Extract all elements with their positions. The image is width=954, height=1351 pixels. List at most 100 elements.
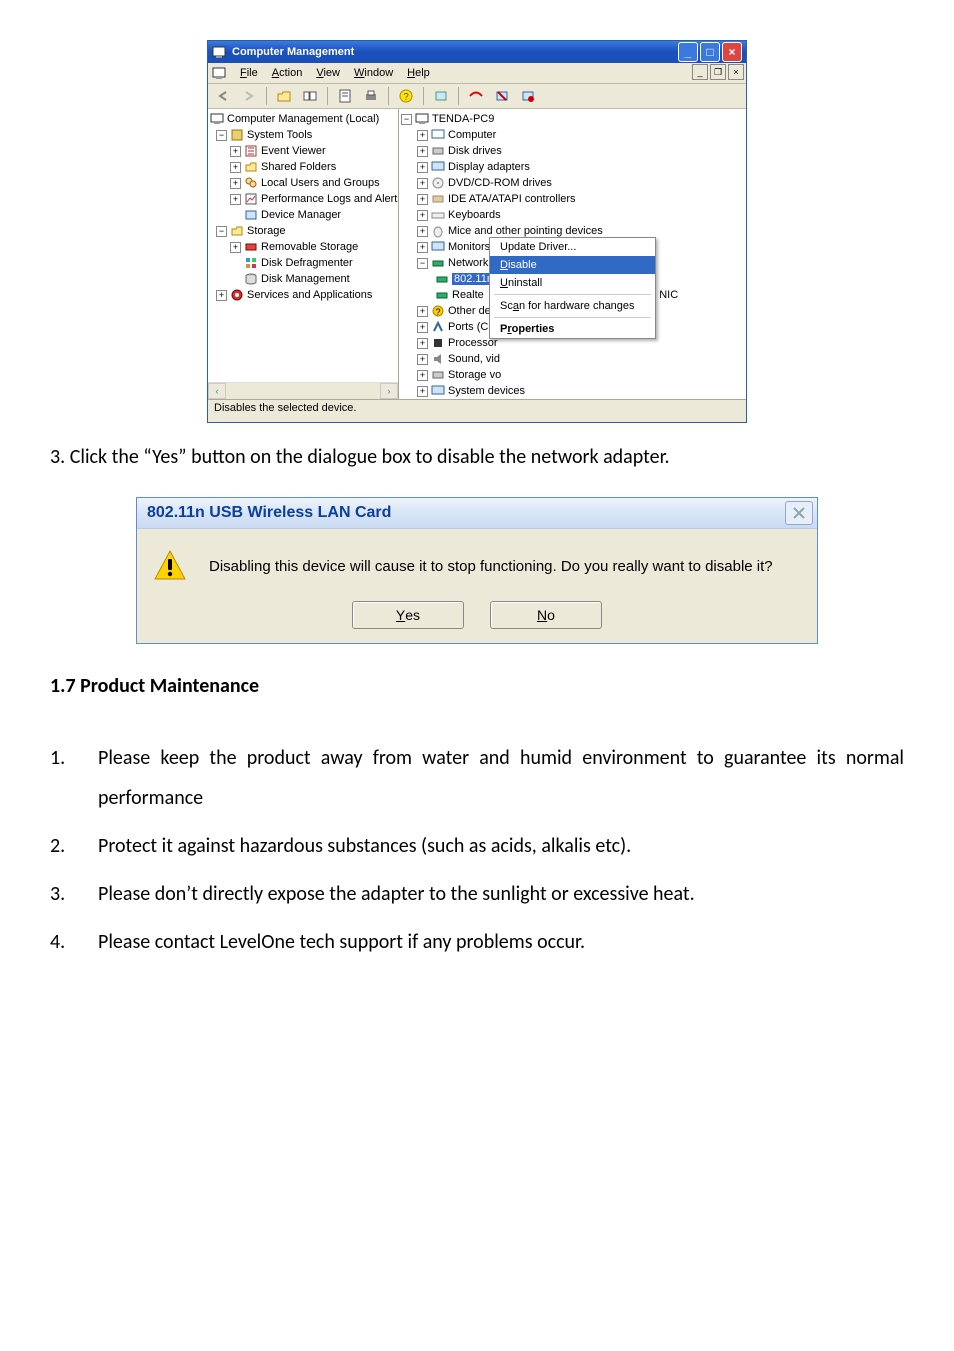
menu-file[interactable]: File — [240, 67, 258, 79]
expand-icon[interactable]: + — [417, 226, 428, 237]
expand-icon[interactable]: + — [417, 370, 428, 381]
menu-window[interactable]: Window — [354, 67, 393, 79]
device-item[interactable]: Sound, vid — [448, 353, 500, 365]
nic-icon — [435, 272, 449, 286]
expand-icon[interactable]: + — [417, 194, 428, 205]
expand-icon[interactable]: + — [417, 178, 428, 189]
tree-item[interactable]: Local Users and Groups — [261, 177, 380, 189]
tree-root[interactable]: Computer Management (Local) — [227, 113, 379, 125]
device-item[interactable]: Computer — [448, 129, 496, 141]
tree-storage[interactable]: Storage — [247, 225, 286, 237]
collapse-icon[interactable]: − — [216, 226, 227, 237]
no-button[interactable]: No — [490, 601, 602, 629]
tree-item[interactable]: Device Manager — [261, 209, 341, 221]
device-item[interactable]: IDE ATA/ATAPI controllers — [448, 193, 576, 205]
yes-button[interactable]: Yes — [352, 601, 464, 629]
tree-item[interactable]: Disk Defragmenter — [261, 257, 353, 269]
scroll-right-button[interactable]: › — [380, 383, 398, 399]
nav-back-button[interactable] — [212, 85, 234, 107]
ctx-uninstall[interactable]: Uninstall — [490, 274, 655, 292]
scan-button[interactable] — [430, 85, 452, 107]
defrag-icon — [244, 256, 258, 270]
hscrollbar[interactable]: ‹ › — [208, 382, 398, 399]
ctx-separator — [494, 294, 651, 295]
device-item[interactable]: DVD/CD-ROM drives — [448, 177, 552, 189]
ctx-disable[interactable]: Disable — [490, 256, 655, 274]
collapse-icon[interactable]: − — [417, 258, 428, 269]
ide-icon — [431, 192, 445, 206]
cpu-icon — [431, 336, 445, 350]
tree-item[interactable]: Shared Folders — [261, 161, 336, 173]
expand-icon[interactable]: + — [417, 130, 428, 141]
print-button[interactable] — [360, 85, 382, 107]
tree-item[interactable]: Removable Storage — [261, 241, 358, 253]
scroll-left-button[interactable]: ‹ — [208, 383, 226, 399]
app-menu-icon[interactable] — [212, 66, 226, 80]
expand-icon[interactable]: + — [230, 242, 241, 253]
device-item[interactable]: Mice and other pointing devices — [448, 225, 603, 237]
removable-storage-icon — [244, 240, 258, 254]
expand-icon[interactable]: + — [230, 146, 241, 157]
expand-icon[interactable]: + — [230, 178, 241, 189]
device-item[interactable]: Monitors — [448, 241, 490, 253]
tree-item[interactable]: Disk Management — [261, 273, 350, 285]
menu-view[interactable]: View — [316, 67, 340, 79]
device-item[interactable]: System devices — [448, 385, 525, 397]
expand-icon[interactable]: + — [417, 338, 428, 349]
expand-icon[interactable]: + — [230, 194, 241, 205]
collapse-icon[interactable]: − — [401, 114, 412, 125]
device-item[interactable]: Storage vo — [448, 369, 501, 381]
expand-icon[interactable]: + — [417, 386, 428, 397]
device-tree[interactable]: − TENDA-PC9 + Computer + Disk drives + Disp… — [399, 109, 746, 399]
device-item[interactable]: Disk drives — [448, 145, 502, 157]
app-icon — [212, 45, 226, 59]
disable-confirmation-dialog: 802.11n USB Wireless LAN Card Disabling … — [136, 497, 818, 644]
expand-icon[interactable]: + — [230, 162, 241, 173]
mdi-close[interactable]: × — [728, 64, 744, 80]
ctx-scan[interactable]: Scan for hardware changes — [490, 297, 655, 315]
collapse-icon[interactable]: − — [216, 130, 227, 141]
uninstall-button[interactable] — [491, 85, 513, 107]
device-item[interactable]: Display adapters — [448, 161, 530, 173]
dialog-close-button[interactable] — [785, 501, 813, 525]
expand-icon[interactable]: + — [417, 210, 428, 221]
tree-item[interactable]: Performance Logs and Alerts — [261, 193, 398, 205]
device-manager-icon — [244, 208, 258, 222]
menu-action[interactable]: Action — [272, 67, 303, 79]
expand-icon[interactable]: + — [417, 354, 428, 365]
tree-system-tools[interactable]: System Tools — [247, 129, 312, 141]
tool-a-button[interactable] — [465, 85, 487, 107]
nav-forward-button[interactable] — [238, 85, 260, 107]
expand-icon[interactable]: + — [417, 322, 428, 333]
up-button[interactable] — [273, 85, 295, 107]
context-menu: Update Driver... Disable Uninstall Scan … — [489, 237, 656, 339]
ctx-update-driver[interactable]: Update Driver... — [490, 238, 655, 256]
device-item[interactable]: Keyboards — [448, 209, 501, 221]
storage-vol-icon — [431, 368, 445, 382]
expand-icon[interactable]: + — [417, 146, 428, 157]
expand-icon[interactable]: + — [216, 290, 227, 301]
console-tree[interactable]: Computer Management (Local) − System Too… — [208, 109, 399, 399]
device-root[interactable]: TENDA-PC9 — [432, 113, 494, 125]
services-icon — [230, 288, 244, 302]
ctx-properties[interactable]: Properties — [490, 320, 655, 338]
help-button[interactable]: ? — [395, 85, 417, 107]
expand-icon[interactable]: + — [417, 162, 428, 173]
minimize-button[interactable]: _ — [678, 42, 698, 62]
tree-services[interactable]: Services and Applications — [247, 289, 372, 301]
dvd-icon — [431, 176, 445, 190]
tree-item[interactable]: Event Viewer — [261, 145, 326, 157]
maximize-button[interactable]: □ — [700, 42, 720, 62]
mdi-minimize[interactable]: _ — [692, 64, 708, 80]
close-button[interactable]: × — [722, 42, 742, 62]
properties-button[interactable] — [334, 85, 356, 107]
menu-help[interactable]: Help — [407, 67, 430, 79]
device-item[interactable]: Realte — [452, 289, 484, 301]
keyboard-icon — [431, 208, 445, 222]
mdi-restore[interactable]: ❐ — [710, 64, 726, 80]
maintenance-list: 1.Please keep the product away from wate… — [50, 738, 904, 962]
expand-icon[interactable]: + — [417, 242, 428, 253]
show-button[interactable] — [299, 85, 321, 107]
tool-b-button[interactable] — [517, 85, 539, 107]
expand-icon[interactable]: + — [417, 306, 428, 317]
